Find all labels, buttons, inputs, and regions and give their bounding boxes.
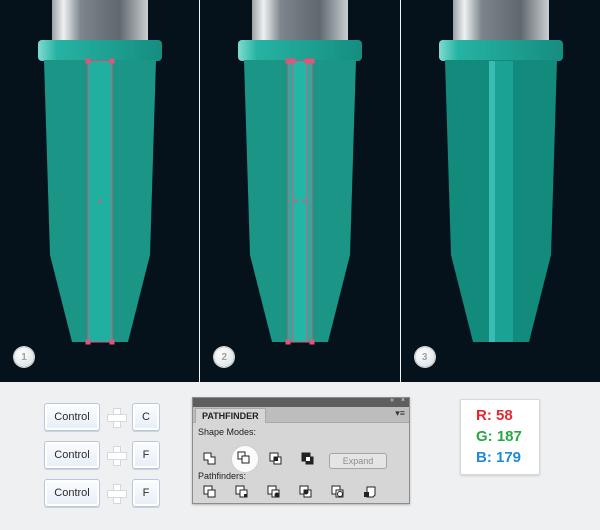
step-badge: 1 [14, 347, 34, 367]
close-icon[interactable]: × [401, 397, 405, 404]
crop-icon[interactable] [299, 485, 313, 499]
tutorial-steps: 1 2 3 [0, 0, 600, 382]
anchor-point [85, 58, 91, 64]
key-control: Control [44, 479, 100, 507]
tab-pathfinder[interactable]: PATHFINDER [195, 408, 266, 423]
intersect-icon[interactable] [269, 452, 283, 466]
merge-icon[interactable] [267, 485, 281, 499]
shape-modes-label: Shape Modes: [198, 427, 257, 437]
red-value: R: 58 [476, 407, 513, 424]
pen-illustration-step-3 [438, 0, 563, 342]
step-panel-3: 3 [400, 0, 600, 382]
panel-tab-bar: PATHFINDER ▾≡ [193, 407, 409, 423]
plus-icon [100, 480, 132, 506]
center-point [302, 199, 306, 203]
anchor-point [285, 339, 291, 345]
pen-ring [438, 40, 563, 61]
pen-illustration-step-2 [238, 0, 363, 345]
panel-menu-icon[interactable]: ▾≡ [395, 408, 405, 419]
instructions-area: Control C Control F Control F « × PATHFI… [0, 383, 600, 530]
key-f: F [132, 441, 160, 469]
anchor-point [85, 339, 91, 345]
pathfinder-panel: « × PATHFINDER ▾≡ Shape Modes: Expand Pa… [192, 397, 410, 504]
shortcut-copy: Control C [44, 403, 160, 431]
outline-icon[interactable] [331, 485, 345, 499]
pen-barrel [52, 0, 148, 42]
anchor-point [309, 58, 315, 64]
pen-illustration-step-1 [38, 0, 162, 345]
rgb-value-card: R: 58 G: 187 B: 179 [460, 399, 540, 475]
anchor-point [109, 58, 115, 64]
exclude-icon[interactable] [301, 452, 315, 466]
collapse-icon[interactable]: « [390, 397, 394, 404]
pen-ring [38, 40, 162, 61]
blue-value: B: 179 [476, 449, 522, 466]
plus-icon [100, 404, 132, 430]
anchor-point [285, 58, 291, 64]
step-badge: 3 [414, 347, 435, 367]
green-value: G: 187 [476, 428, 522, 445]
pen-barrel [252, 0, 349, 42]
expand-button[interactable]: Expand [329, 453, 387, 469]
key-c: C [132, 403, 160, 431]
key-control: Control [44, 441, 100, 469]
step-panel-2: 2 [200, 0, 400, 382]
anchor-point [304, 58, 310, 64]
plus-icon [100, 442, 132, 468]
anchor-point [309, 339, 315, 345]
minus-back-icon[interactable] [363, 485, 377, 499]
key-control: Control [44, 403, 100, 431]
pathfinders-label: Pathfinders: [198, 471, 247, 481]
panel-title-bar[interactable]: « × [193, 397, 409, 407]
anchor-point [290, 58, 296, 64]
center-point [294, 199, 298, 203]
step-panel-1: 1 [0, 0, 200, 382]
shortcut-paste-front-2: Control F [44, 479, 160, 507]
pen-barrel [452, 0, 549, 42]
stripe-highlight [488, 61, 495, 342]
unite-icon[interactable] [203, 452, 217, 466]
pen-ring [238, 40, 363, 61]
center-point [98, 199, 102, 203]
shortcut-paste-front-1: Control F [44, 441, 160, 469]
trim-icon[interactable] [235, 485, 249, 499]
minus-front-icon[interactable] [237, 451, 251, 465]
anchor-point [109, 339, 115, 345]
key-f: F [132, 479, 160, 507]
divide-icon[interactable] [203, 485, 217, 499]
